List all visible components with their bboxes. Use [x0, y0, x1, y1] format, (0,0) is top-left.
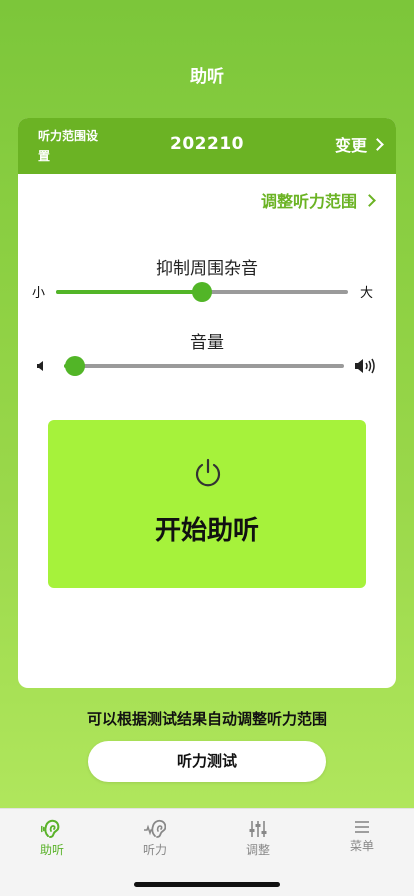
change-range-button[interactable]: 变更 — [334, 132, 384, 156]
chevron-right-icon — [371, 137, 384, 151]
tab-label: 菜单 — [349, 839, 374, 853]
tab-hearing-aid[interactable]: 助听 — [22, 819, 82, 858]
sliders-icon — [249, 821, 267, 837]
volume-slider[interactable] — [64, 364, 344, 368]
volume-slider-thumb[interactable] — [65, 356, 86, 376]
tab-label: 助听 — [39, 843, 64, 857]
tab-hearing[interactable]: 听力 — [125, 819, 185, 858]
volume-slider-row — [18, 354, 396, 378]
hearing-test-button[interactable]: 听力测试 — [88, 741, 326, 782]
noise-slider-row: 小 大 — [18, 280, 396, 304]
noise-min-label: 小 — [32, 286, 46, 301]
tab-label: 听力 — [142, 843, 167, 857]
change-label: 变更 — [334, 136, 367, 155]
volume-high-icon — [355, 358, 375, 374]
page-title: 助听 — [190, 67, 224, 87]
range-header: 听力范围设置 202210 变更 — [18, 118, 396, 174]
adjust-range-label: 调整听力范围 — [260, 192, 357, 211]
test-hint-text: 可以根据测试结果自动调整听力范围 — [86, 710, 327, 728]
noise-slider-thumb[interactable] — [192, 282, 212, 302]
noise-slider-fill — [56, 290, 202, 294]
tab-label: 调整 — [245, 843, 270, 857]
tab-adjust[interactable]: 调整 — [228, 819, 288, 858]
ear-icon — [41, 819, 60, 838]
menu-icon — [355, 821, 369, 833]
power-icon — [195, 458, 221, 487]
hearing-aid-card: 听力范围设置 202210 变更 调整听力范围 抑制周围杂音 小 大 音量 开始… — [18, 118, 396, 688]
adjust-range-link[interactable]: 调整听力范围 — [260, 188, 376, 212]
hearing-wave-icon — [144, 819, 166, 838]
volume-slider-title: 音量 — [190, 333, 224, 353]
start-hearing-aid-label: 开始助听 — [154, 516, 259, 546]
home-indicator — [134, 882, 280, 887]
tab-menu[interactable]: 菜单 — [332, 819, 392, 854]
volume-low-icon — [37, 361, 43, 371]
start-hearing-aid-button[interactable]: 开始助听 — [48, 420, 366, 588]
noise-slider-title: 抑制周围杂音 — [156, 259, 258, 279]
chevron-right-icon — [363, 193, 376, 207]
noise-max-label: 大 — [360, 286, 374, 301]
